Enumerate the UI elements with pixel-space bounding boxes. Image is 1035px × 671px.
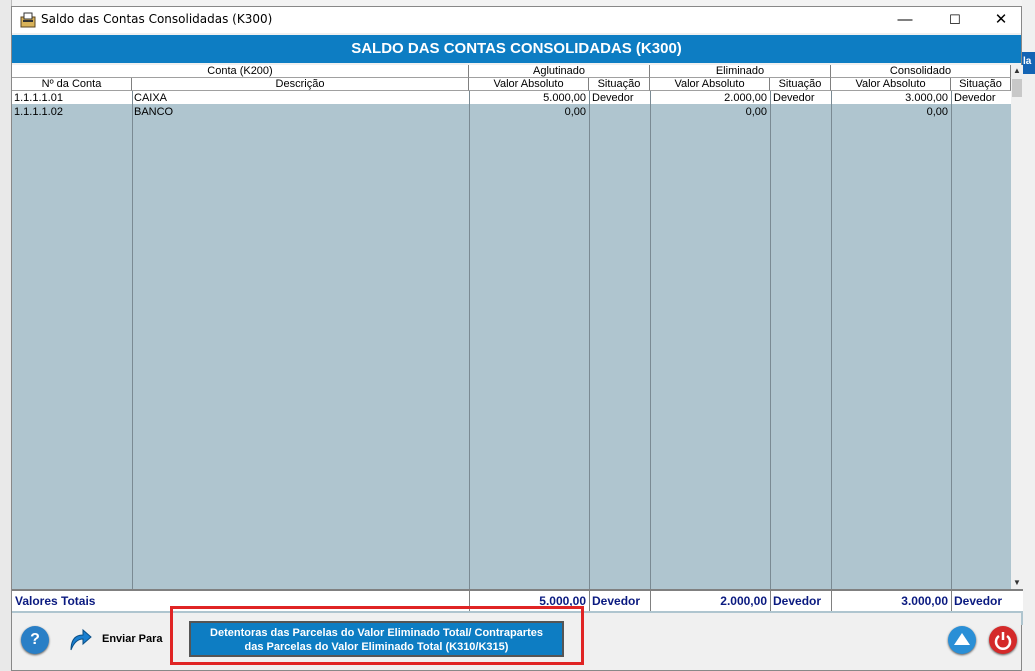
column-header-descricao[interactable]: Descrição (132, 78, 469, 91)
cell-ag-valor: 5.000,00 (543, 92, 586, 104)
cell-descricao: BANCO (134, 106, 174, 118)
minimize-button[interactable]: — (882, 7, 928, 33)
share-arrow-icon[interactable] (67, 626, 93, 652)
column-header-ag-situacao[interactable]: Situação (589, 78, 650, 91)
column-header-el-situacao[interactable]: Situação (770, 78, 831, 91)
scroll-down-icon[interactable]: ▼ (1011, 577, 1023, 589)
column-header-co-valor[interactable]: Valor Absoluto (831, 78, 951, 91)
maximize-button[interactable]: ☐ (932, 7, 978, 33)
group-header-eliminado: Eliminado (650, 65, 831, 78)
help-icon[interactable]: ? (21, 626, 49, 654)
app-window-icon (20, 12, 36, 28)
group-header-aglutinado: Aglutinado (469, 65, 650, 78)
cell-co-valor: 0,00 (926, 106, 948, 118)
cell-co-situacao: Devedor (954, 92, 996, 104)
column-header-numero[interactable]: Nº da Conta (12, 78, 132, 91)
column-header-co-situacao[interactable]: Situação (951, 78, 1011, 91)
background-window-right: la (1022, 0, 1035, 671)
close-button[interactable]: ✕ (978, 7, 1024, 33)
power-icon[interactable] (989, 626, 1017, 654)
highlight-annotation (170, 606, 584, 665)
page-title: SALDO DAS CONTAS CONSOLIDADAS (K300) (12, 35, 1021, 63)
dialog-window: Saldo das Contas Consolidadas (K300) — ☐… (11, 6, 1023, 671)
scroll-thumb[interactable] (1012, 79, 1022, 97)
cell-co-valor: 3.000,00 (905, 92, 948, 104)
cell-el-situacao: Devedor (773, 92, 815, 104)
vertical-scrollbar[interactable]: ▲ ▼ (1011, 65, 1023, 589)
group-header-consolidado: Consolidado (831, 65, 1011, 78)
totals-label: Valores Totais (15, 594, 96, 608)
column-header-el-valor[interactable]: Valor Absoluto (650, 78, 770, 91)
column-header-ag-valor[interactable]: Valor Absoluto (469, 78, 589, 91)
window-title: Saldo das Contas Consolidadas (K300) (41, 12, 273, 26)
cell-numero: 1.1.1.1.02 (14, 106, 63, 118)
cell-ag-situacao: Devedor (592, 92, 634, 104)
up-arrow-icon[interactable] (948, 626, 976, 654)
title-bar[interactable]: Saldo das Contas Consolidadas (K300) — ☐… (12, 7, 1021, 33)
group-header-conta: Conta (K200) (12, 65, 469, 78)
send-to-label[interactable]: Enviar Para (102, 633, 163, 645)
total-el-situacao: Devedor (773, 594, 822, 608)
cell-numero: 1.1.1.1.01 (14, 92, 63, 104)
cell-el-valor: 2.000,00 (724, 92, 767, 104)
scroll-up-icon[interactable]: ▲ (1011, 65, 1023, 77)
cell-descricao: CAIXA (134, 92, 168, 104)
cell-ag-valor: 0,00 (564, 106, 586, 118)
total-el-valor: 2.000,00 (720, 594, 767, 608)
total-co-situacao: Devedor (954, 594, 1003, 608)
total-ag-situacao: Devedor (592, 594, 641, 608)
total-co-valor: 3.000,00 (901, 594, 948, 608)
cell-el-valor: 0,00 (745, 106, 767, 118)
accounts-grid[interactable]: Conta (K200) Aglutinado Eliminado Consol… (12, 65, 1023, 625)
background-label: la (1023, 56, 1032, 67)
